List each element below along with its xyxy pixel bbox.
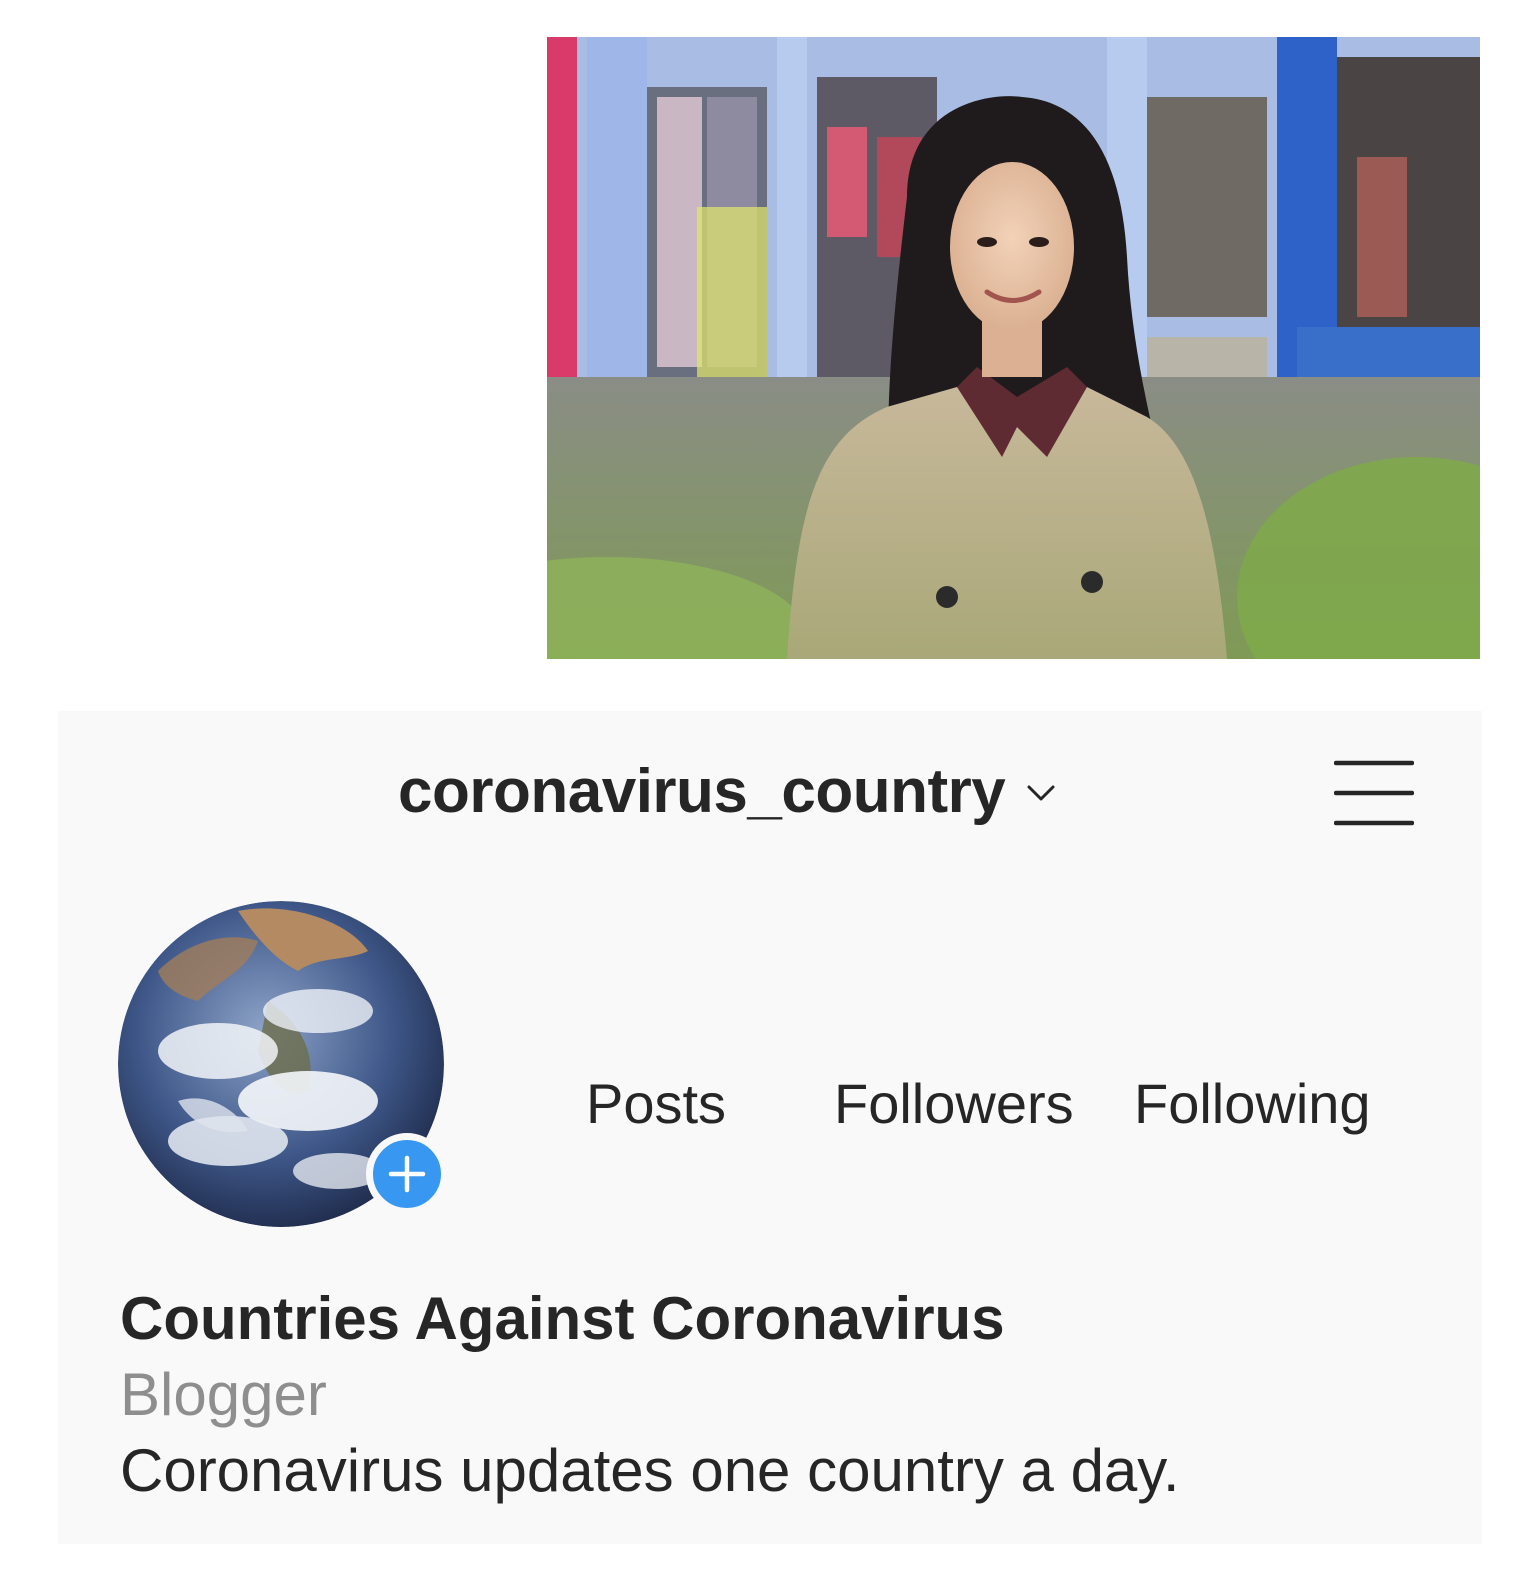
display-name: Countries Against Coronavirus — [120, 1285, 1005, 1352]
username-switcher[interactable]: coronavirus_country — [398, 751, 1059, 831]
profile-header: coronavirus_country — [58, 711, 1482, 881]
stat-followers[interactable]: Followers — [834, 1071, 1074, 1136]
profile-stats: Posts Followers Following — [58, 1071, 1482, 1135]
username: coronavirus_country — [398, 756, 1006, 826]
photo-illustration — [547, 37, 1480, 659]
stat-following[interactable]: Following — [1134, 1071, 1371, 1136]
avatar-container — [118, 901, 448, 1231]
bio-text: Coronavirus updates one country a day. — [120, 1437, 1180, 1504]
hamburger-menu-icon[interactable] — [1334, 757, 1414, 829]
chevron-down-icon — [1027, 785, 1055, 801]
plus-icon — [388, 1155, 426, 1193]
add-story-button[interactable] — [366, 1133, 448, 1215]
category-label: Blogger — [120, 1361, 327, 1428]
profile-photo — [547, 37, 1480, 659]
profile-card: coronavirus_country Posts Followers Foll… — [58, 711, 1482, 1544]
profile-bio: Countries Against Coronavirus Blogger Co… — [120, 1281, 1440, 1509]
stat-posts[interactable]: Posts — [586, 1071, 726, 1136]
